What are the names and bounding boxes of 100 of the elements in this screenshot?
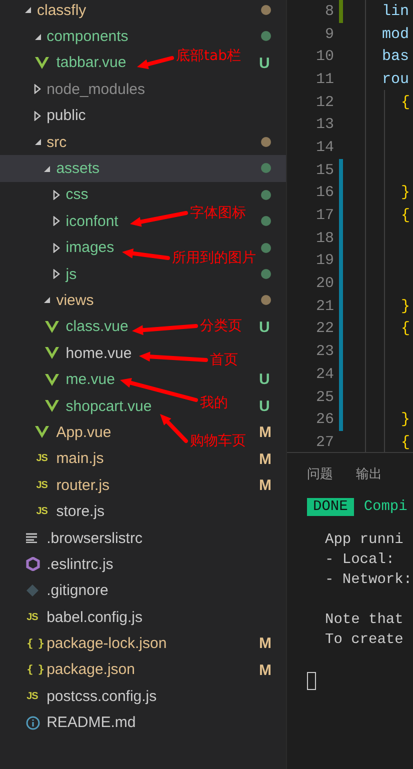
panel-tab[interactable]: 输出 bbox=[356, 465, 382, 487]
line-number: 9 bbox=[324, 26, 334, 43]
expanded-chevron-icon bbox=[43, 164, 52, 173]
tree-item[interactable]: App.vue bbox=[0, 419, 114, 446]
line-number: 18 bbox=[314, 230, 334, 247]
tree-item[interactable]: { } package-lock.json bbox=[0, 630, 170, 657]
line-number: 20 bbox=[314, 275, 334, 292]
terminal-text: App runni bbox=[325, 532, 404, 548]
tree-item[interactable]: css bbox=[0, 182, 92, 208]
js-file-icon: JS bbox=[26, 690, 38, 702]
code-text: { bbox=[400, 434, 410, 451]
annotation-text: 我的 bbox=[200, 395, 228, 411]
git-status-letter: M bbox=[259, 477, 272, 494]
hexagon-icon bbox=[26, 557, 40, 572]
tree-item[interactable]: JS main.js bbox=[0, 446, 107, 472]
code-text: rou bbox=[382, 70, 410, 88]
tree-item[interactable]: public bbox=[0, 102, 89, 129]
code-text: lin bbox=[382, 2, 410, 20]
tree-item[interactable]: images bbox=[0, 234, 118, 261]
git-status-letter: U bbox=[259, 398, 270, 415]
code-text: { bbox=[400, 94, 410, 111]
terminal-text: - Network: bbox=[325, 572, 412, 588]
collapsed-chevron-icon bbox=[52, 190, 60, 200]
tree-item[interactable]: class.vue bbox=[0, 314, 132, 340]
vue-file-icon bbox=[44, 347, 59, 360]
annotation-text: 字体图标 bbox=[190, 205, 246, 221]
arrow bbox=[122, 248, 170, 260]
tree-item[interactable]: shopcart.vue bbox=[0, 392, 155, 420]
terminal-text: Compi bbox=[364, 499, 408, 515]
tree-item[interactable]: node_modules bbox=[0, 76, 148, 103]
line-number: 14 bbox=[314, 138, 334, 156]
line-number: 27 bbox=[314, 434, 334, 451]
collapsed-chevron-icon bbox=[34, 110, 41, 121]
annotation-text: 分类页 bbox=[200, 318, 242, 334]
panel-tab[interactable]: 问题 bbox=[307, 465, 333, 487]
vue-file-icon bbox=[35, 56, 50, 69]
tree-item[interactable]: JS babel.config.js bbox=[0, 604, 146, 630]
annotation-text: 所用到的图片 bbox=[172, 250, 256, 266]
line-number: 11 bbox=[314, 70, 334, 88]
tree-item[interactable]: components bbox=[0, 23, 132, 50]
arrow bbox=[137, 56, 174, 70]
code-text: mod bbox=[382, 26, 410, 43]
tree-item[interactable]: JS store.js bbox=[0, 498, 108, 525]
git-status-letter: M bbox=[259, 635, 272, 652]
tree-item[interactable]: me.vue bbox=[0, 366, 118, 393]
js-file-icon: JS bbox=[26, 612, 38, 623]
json-file-icon: { } bbox=[26, 663, 44, 676]
tree-item[interactable]: views bbox=[0, 287, 97, 314]
js-file-icon: JS bbox=[36, 480, 48, 491]
text-file-icon bbox=[26, 533, 38, 543]
code-text: { bbox=[400, 207, 410, 224]
vue-file-icon bbox=[35, 426, 50, 438]
arrow bbox=[160, 414, 188, 443]
json-file-icon: { } bbox=[26, 637, 44, 650]
line-number: 23 bbox=[314, 343, 334, 360]
annotation-text: 底部tab栏 bbox=[176, 48, 241, 64]
code-text: bas bbox=[382, 48, 410, 66]
expanded-chevron-icon bbox=[43, 296, 52, 304]
tree-item[interactable]: JS router.js bbox=[0, 472, 113, 498]
code-text: } bbox=[400, 298, 410, 315]
collapsed-chevron-icon bbox=[52, 242, 60, 253]
tree-item[interactable]: .gitignore bbox=[0, 578, 112, 604]
tree-item[interactable]: home.vue bbox=[0, 340, 135, 366]
annotation-text: 购物车页 bbox=[190, 433, 246, 449]
vue-file-icon bbox=[44, 400, 59, 412]
tree-item[interactable]: tabbar.vue bbox=[0, 50, 130, 76]
terminal-cursor bbox=[307, 672, 316, 690]
tree-item[interactable]: .eslintrc.js bbox=[0, 551, 116, 578]
line-number: 25 bbox=[314, 388, 334, 406]
tree-item[interactable]: classfly bbox=[0, 0, 90, 24]
info-icon bbox=[26, 716, 40, 730]
git-status-letter: U bbox=[259, 54, 270, 72]
git-status-letter: M bbox=[259, 662, 272, 679]
tree-item[interactable]: src bbox=[0, 128, 70, 156]
terminal-text: To create bbox=[325, 632, 404, 648]
collapsed-chevron-icon bbox=[34, 84, 41, 94]
line-number: 13 bbox=[314, 116, 334, 134]
line-number: 26 bbox=[314, 411, 334, 428]
tree-item[interactable]: { } package.json bbox=[0, 656, 138, 684]
line-number: 10 bbox=[314, 48, 334, 66]
js-file-icon: JS bbox=[36, 453, 48, 464]
line-number: 15 bbox=[314, 162, 334, 179]
terminal-text: Note that bbox=[325, 612, 404, 628]
tree-item[interactable]: JS postcss.config.js bbox=[0, 683, 160, 710]
vue-file-icon bbox=[44, 320, 59, 333]
tree-item[interactable]: assets bbox=[0, 155, 286, 182]
tree-item[interactable]: README.md bbox=[0, 710, 139, 736]
code-text: } bbox=[400, 411, 410, 428]
arrow bbox=[132, 324, 198, 336]
arrow bbox=[130, 211, 188, 227]
code-text: { bbox=[400, 320, 410, 338]
tree-item[interactable]: js bbox=[0, 260, 80, 288]
tree-item[interactable]: iconfont bbox=[0, 208, 122, 235]
line-number: 22 bbox=[314, 320, 334, 338]
terminal-text: - Local: bbox=[325, 552, 395, 568]
tree-item[interactable]: .browserslistrc bbox=[0, 524, 146, 552]
line-number: 8 bbox=[324, 2, 334, 20]
git-status-letter: U bbox=[259, 318, 270, 336]
line-number: 16 bbox=[314, 184, 334, 202]
arrow bbox=[139, 352, 208, 362]
